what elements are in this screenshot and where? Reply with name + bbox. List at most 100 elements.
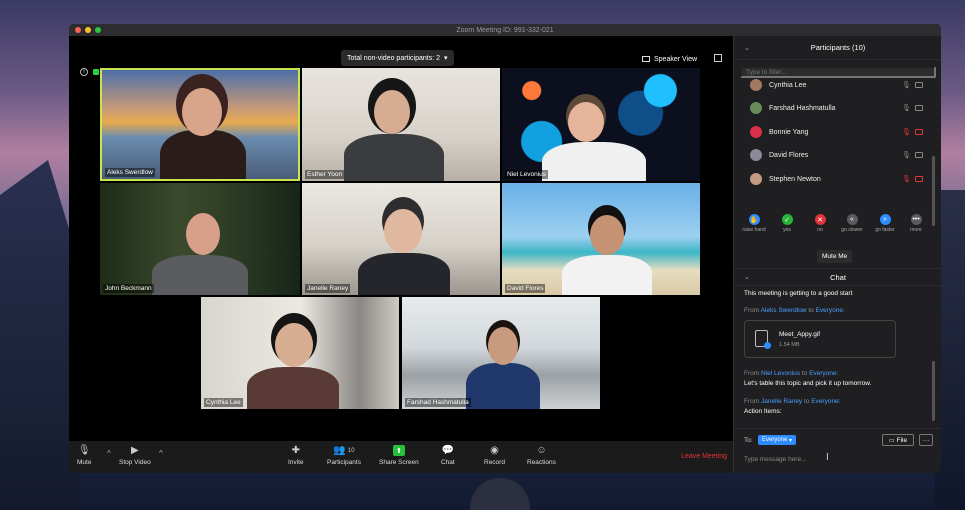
- minimize-window-button[interactable]: [85, 27, 91, 33]
- microphone-muted-icon: 🎙: [902, 176, 911, 183]
- chevron-down-icon[interactable]: ⌄: [744, 44, 750, 52]
- avatar: [750, 79, 762, 91]
- participant-face: [275, 323, 313, 367]
- video-tile-cynthia[interactable]: Cynthia Lee: [201, 297, 399, 409]
- microphone-icon: 🎙: [902, 152, 911, 159]
- chat-button[interactable]: 💬 Chat: [441, 445, 455, 466]
- participants-count: 10: [347, 447, 355, 454]
- zoom-window-button[interactable]: [95, 27, 101, 33]
- video-tile-esther[interactable]: Esther Yoon: [302, 68, 500, 181]
- participant-figure: [247, 367, 339, 409]
- participant-row[interactable]: David Flores 🎙: [734, 144, 941, 166]
- go-faster-button[interactable]: » go faster: [873, 214, 897, 233]
- more-options-button[interactable]: ···: [919, 434, 933, 446]
- participant-face: [384, 209, 422, 253]
- file-button-label: File: [896, 436, 908, 444]
- no-button[interactable]: ✕ no: [808, 214, 832, 233]
- participant-face: [182, 88, 222, 136]
- speaker-view-button[interactable]: Speaker View: [642, 52, 697, 66]
- recipient-name: Everyone:: [809, 370, 839, 377]
- nonvideo-participants-button[interactable]: Total non-video participants: 2 ▾: [341, 50, 454, 66]
- participant-row[interactable]: Bonnie Yang 🎙: [734, 121, 941, 143]
- tile-name: Cynthia Lee: [204, 398, 243, 407]
- participant-row[interactable]: Cynthia Lee 🎙: [734, 74, 941, 96]
- zoom-window: Zoom Meeting ID: 991-332-021 i Total non…: [69, 24, 941, 473]
- tile-name: Farshad Hashmatulla: [405, 398, 471, 407]
- video-options-chevron-icon[interactable]: ^: [159, 449, 163, 458]
- sender-name[interactable]: Janelle Raney: [761, 398, 802, 405]
- sender-name[interactable]: Aleks Swerdlow: [761, 307, 807, 314]
- participant-name: Farshad Hashmatulla: [769, 104, 836, 112]
- close-window-button[interactable]: [75, 27, 81, 33]
- message-sender-line: From Janelle Raney to Everyone:: [744, 398, 841, 405]
- speaker-view-label: Speaker View: [654, 55, 698, 63]
- mute-button[interactable]: 🎙 Mute: [77, 445, 91, 466]
- participant-name: Stephen Newton: [769, 175, 821, 183]
- chat-message: Action Items:: [744, 408, 782, 415]
- encryption-lock-icon[interactable]: [93, 69, 99, 75]
- record-icon: ◉: [490, 445, 499, 456]
- reaction-label: raise hand: [742, 227, 766, 233]
- microphone-icon: 🎙: [902, 105, 911, 112]
- participant-name: David Flores: [769, 151, 809, 159]
- side-panel: ⌄ Participants (10) Cynthia Lee 🎙 Farsha…: [733, 36, 941, 473]
- share-screen-button[interactable]: ⬆ Share Screen: [379, 445, 419, 466]
- video-tile-david[interactable]: David Flores: [502, 183, 700, 295]
- video-tile-niel[interactable]: Niel Levonius: [502, 68, 700, 181]
- video-tile-john[interactable]: John Beckmann: [100, 183, 300, 295]
- hand-icon: ✋: [748, 214, 760, 225]
- chat-scrollbar[interactable]: [932, 361, 935, 421]
- recipient-value: Everyone: [762, 437, 788, 443]
- check-icon: ✓: [781, 214, 793, 225]
- participant-figure: [542, 142, 646, 181]
- video-tile-janelle[interactable]: Janelle Raney: [302, 183, 500, 295]
- title-bar: Zoom Meeting ID: 991-332-021: [69, 24, 941, 36]
- more-reactions-button[interactable]: ••• more: [904, 214, 928, 233]
- raise-hand-button[interactable]: ✋ raise hand: [742, 214, 766, 233]
- recipient-name: Everyone:: [815, 307, 845, 314]
- chevron-down-icon[interactable]: ⌄: [744, 273, 750, 281]
- leave-meeting-button[interactable]: Leave Meeting: [681, 453, 727, 460]
- participants-title: Participants (10): [810, 43, 866, 52]
- avatar: [750, 102, 762, 114]
- reactions-button[interactable]: ☺ Reactions: [527, 445, 556, 466]
- recipient-select[interactable]: Everyone ▾: [758, 435, 797, 445]
- chat-message: Let's table this topic and pick it up to…: [744, 380, 872, 387]
- chat-message: This meeting is getting to a good start: [744, 290, 853, 297]
- tile-name: Aleks Swerdlow: [105, 168, 155, 177]
- video-tile-aleks[interactable]: Aleks Swerdlow: [100, 68, 300, 181]
- fullscreen-icon[interactable]: [714, 54, 722, 62]
- chat-message-input[interactable]: [744, 453, 914, 465]
- to-label: To:: [744, 437, 753, 444]
- participant-row[interactable]: Stephen Newton 🎙: [734, 168, 941, 190]
- mute-me-button[interactable]: Mute Me: [817, 250, 853, 263]
- stop-video-button[interactable]: ▶ Stop Video: [119, 445, 151, 466]
- video-tile-farshad[interactable]: Farshad Hashmatulla: [402, 297, 600, 409]
- participant-figure: [344, 134, 444, 181]
- from-prefix: From: [744, 370, 760, 377]
- invite-button[interactable]: ✚ Invite: [288, 445, 304, 466]
- sender-name[interactable]: Niel Levonius: [761, 370, 800, 377]
- nonvideo-label: Total non-video participants: 2: [347, 54, 440, 62]
- x-icon: ✕: [814, 214, 826, 225]
- chevron-down-icon: ▾: [444, 55, 448, 62]
- reaction-label: no: [817, 227, 823, 233]
- file-button[interactable]: ▭ File: [882, 434, 914, 446]
- to-word: to: [808, 307, 814, 314]
- participant-face: [374, 90, 410, 134]
- participant-face: [568, 102, 604, 142]
- from-prefix: From: [744, 398, 760, 405]
- tile-name: John Beckmann: [103, 284, 154, 293]
- video-camera-off-icon: [915, 129, 923, 135]
- file-attachment[interactable]: Meet_Appy.gif 1.54 MB: [744, 320, 896, 358]
- share-screen-icon: ⬆: [392, 445, 405, 456]
- microphone-icon: 🎙: [77, 445, 91, 456]
- audio-options-chevron-icon[interactable]: ^: [107, 449, 111, 458]
- yes-button[interactable]: ✓ yes: [775, 214, 799, 233]
- participant-row[interactable]: Farshad Hashmatulla 🎙: [734, 97, 941, 119]
- reaction-label: yes: [783, 227, 791, 233]
- go-slower-button[interactable]: « go slower: [840, 214, 864, 233]
- record-button[interactable]: ◉ Record: [484, 445, 505, 466]
- participants-button[interactable]: 👥 10 Participants: [327, 445, 361, 466]
- info-icon[interactable]: i: [80, 68, 88, 76]
